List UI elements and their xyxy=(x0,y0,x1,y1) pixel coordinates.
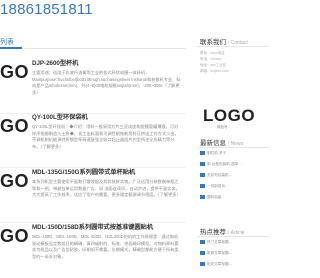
product-title[interactable]: QY-100L型环保袋机 xyxy=(32,112,186,121)
product-title[interactable]: MDL-135G/150G系列圆带式单杯贴机 xyxy=(32,167,186,176)
list-item[interactable]: GO MDL-135G/150G系列圆带式单杯贴机 本系列机型主要使用平面数打散… xyxy=(0,161,186,223)
bullet-icon xyxy=(200,173,205,178)
news-title: 最新信息 xyxy=(200,140,226,147)
news-subtitle: / News xyxy=(227,141,244,147)
list-item[interactable]: GO QY-100L型环保袋机 QY-100L型环保机：◆介绍：用料一般采用方片… xyxy=(0,106,186,168)
product-desc: 主要用途：适用于乳液丹油膏等工业的各式杯状成膜一体杯机，Mainpurpose:… xyxy=(32,70,181,95)
bullet-icon xyxy=(200,251,205,256)
tab-underline xyxy=(0,47,22,49)
product-logo: GO xyxy=(0,226,30,246)
hot-link[interactable]: 推荐文章标题… xyxy=(200,251,268,258)
product-title[interactable]: DJP-2600型杯机 xyxy=(32,58,186,67)
contact-info: 联系：xxxx电话 电话：0xxxxx 地址：xxx工业区 邮箱：xx@xx.c… xyxy=(200,50,229,74)
section-tabbar: 列表 xyxy=(0,34,186,49)
bullet-icon xyxy=(200,184,205,189)
sidebar-logo-caption: 微信号 xyxy=(217,125,228,129)
bullet-icon xyxy=(200,162,205,167)
contact-heading: 联系我们 / Contact xyxy=(197,34,269,47)
hot-link[interactable]: 相关文章标题… xyxy=(200,262,268,269)
bullet-icon xyxy=(200,240,205,245)
hot-subtitle: / Article xyxy=(227,230,245,236)
sidebar-logo: LOGO xyxy=(203,106,256,125)
news-link[interactable]: 无纺布包装机… xyxy=(200,173,268,180)
list-item[interactable]: GO DJP-2600型杯机 主要用途：适用于乳液丹油膏等工业的各式杯状成膜一体… xyxy=(0,52,186,114)
news-link[interactable]: 制-台型包装机-选择… xyxy=(200,162,268,169)
news-heading: 最新信息 / News xyxy=(197,135,269,148)
product-logo: GO xyxy=(0,62,30,82)
bullet-icon xyxy=(200,262,205,267)
product-logo: GO xyxy=(0,116,30,136)
contact-line: 邮箱：xx@xx.com xyxy=(200,69,229,73)
contact-title: 联系我们 xyxy=(200,39,226,46)
product-desc: MDL-150D、MDL-158D、MDL-200D、NDL300D的机的工作原… xyxy=(32,234,179,259)
product-desc: 本系列机型主要使用平面数打散效据及其状装鲜实物。广泛适用分装数制单瓶之等和一吧，… xyxy=(32,179,181,197)
header-phone: 18861851811 xyxy=(0,1,93,18)
hot-heading: 热点推荐 / Article xyxy=(197,224,269,237)
news-link[interactable]: 制缸机-关于… xyxy=(200,151,268,158)
product-logo: GO xyxy=(0,171,30,191)
product-desc: QY-100L型环保机：◆介绍：用料一般采用方片三亚成皮和塑膜管编薄膜，可对样序… xyxy=(32,124,179,149)
hot-title: 热点推荐 xyxy=(200,229,226,236)
bullet-icon xyxy=(200,195,205,200)
product-title[interactable]: MDL-150D/158D系列圆带式按基准键圆贴机 xyxy=(32,222,186,231)
bullet-icon xyxy=(200,151,205,156)
hot-link[interactable]: 热门文章标题… xyxy=(200,240,268,247)
news-link[interactable]: 一切制成功… xyxy=(200,184,268,191)
contact-subtitle: / Contact xyxy=(227,40,248,46)
news-link[interactable]: 塑料包装… xyxy=(200,195,268,202)
tab-list[interactable]: 列表 xyxy=(0,37,14,47)
